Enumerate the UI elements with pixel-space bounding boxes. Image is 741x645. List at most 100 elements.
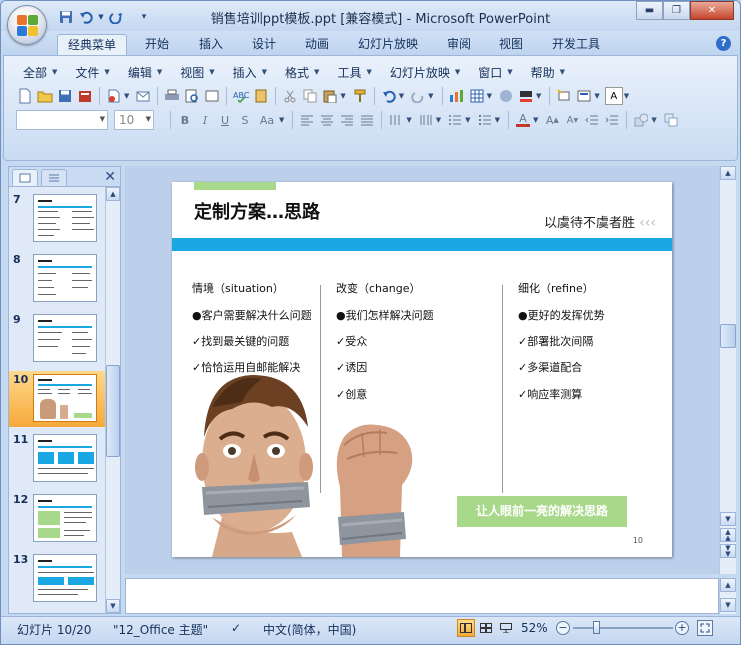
dropdown-arrow-icon[interactable]: ▼ — [97, 9, 105, 25]
close-icon[interactable]: ✕ — [104, 169, 116, 185]
notes-scrollbar[interactable]: ▲ ▼ — [719, 578, 736, 614]
shadow-icon[interactable]: S — [236, 111, 254, 129]
chevron-down-icon[interactable]: ▼ — [651, 116, 656, 124]
zoom-level[interactable]: 52% — [521, 621, 548, 635]
outline-tab-icon[interactable] — [41, 169, 67, 186]
arrange-icon[interactable] — [662, 111, 680, 129]
underline-icon[interactable]: U — [216, 111, 234, 129]
language-indicator[interactable]: 中文(简体，中国) — [263, 621, 356, 638]
scroll-up-icon[interactable]: ▲ — [720, 578, 736, 592]
bold-icon[interactable]: B — [176, 111, 194, 129]
thumbnail-row[interactable]: 13 — [9, 551, 107, 607]
thumbnail-row[interactable]: 12 — [9, 491, 107, 547]
zoom-slider-thumb[interactable] — [593, 621, 600, 634]
save-icon[interactable] — [56, 87, 74, 105]
thumbnail-row[interactable]: 9 — [9, 311, 107, 367]
slide-sorter-icon[interactable] — [477, 619, 495, 637]
tab-animation[interactable]: 动画 — [295, 34, 339, 55]
font-name-combo[interactable]: ▼ — [16, 110, 108, 130]
align-right-icon[interactable] — [338, 111, 356, 129]
thumbnail-row[interactable]: 8 — [9, 251, 107, 307]
slide-thumbnail[interactable] — [33, 194, 97, 242]
spell-check-icon[interactable]: ✓ — [231, 621, 241, 635]
menu-edit[interactable]: 编辑 ▼ — [119, 63, 171, 81]
cut-icon[interactable] — [281, 87, 299, 105]
chevron-down-icon[interactable]: ▼ — [279, 116, 284, 124]
numbering-icon[interactable] — [446, 111, 464, 129]
chevron-down-icon[interactable]: ▼ — [536, 92, 541, 100]
scroll-down-icon[interactable]: ▼ — [720, 598, 736, 612]
chevron-down-icon[interactable]: ▼ — [594, 92, 599, 100]
scroll-up-icon[interactable]: ▲ — [720, 166, 736, 180]
column-title-refine[interactable]: 细化（refine） — [518, 280, 594, 296]
columns-icon[interactable] — [417, 111, 435, 129]
slide-thumbnail[interactable] — [33, 314, 97, 362]
print-icon[interactable] — [163, 87, 181, 105]
new-file-icon[interactable] — [16, 87, 34, 105]
zoom-slider-track[interactable] — [573, 627, 673, 629]
fit-to-window-icon[interactable] — [697, 620, 713, 636]
chevron-down-icon[interactable]: ▼ — [428, 92, 433, 100]
maximize-icon[interactable]: ❐ — [663, 1, 690, 20]
format-painter-icon[interactable] — [351, 87, 369, 105]
slide-canvas[interactable]: 定制方案…思路 以虞待不虞者胜 ‹‹‹ 情境（situation） ●客户需要解… — [172, 182, 672, 557]
slides-tab-icon[interactable] — [12, 169, 38, 186]
print-preview-icon[interactable] — [183, 87, 201, 105]
thumbnail-scrollbar[interactable]: ▲ ▼ — [105, 187, 120, 613]
justify-icon[interactable] — [358, 111, 376, 129]
grow-font-icon[interactable]: A ▲ — [543, 111, 561, 129]
change-case-icon[interactable]: Aa — [256, 111, 278, 129]
undo-icon[interactable] — [380, 87, 398, 105]
increase-indent-icon[interactable] — [603, 111, 621, 129]
tab-view[interactable]: 视图 — [489, 34, 533, 55]
slideshow-view-icon[interactable] — [497, 619, 515, 637]
tab-insert[interactable]: 插入 — [189, 34, 233, 55]
undo-icon[interactable] — [77, 9, 95, 25]
open-folder-icon[interactable] — [36, 87, 54, 105]
office-button[interactable] — [7, 5, 47, 45]
redo-icon[interactable] — [107, 9, 125, 25]
chevron-down-icon[interactable]: ▼ — [624, 92, 629, 100]
menu-format[interactable]: 格式 ▼ — [276, 63, 328, 81]
cta-box[interactable]: 让人眼前一亮的解决思路 — [457, 496, 627, 527]
layout-icon[interactable] — [575, 87, 593, 105]
scroll-down-icon[interactable]: ▼ — [106, 599, 120, 613]
menu-all[interactable]: 全部 ▼ — [14, 63, 66, 81]
menu-insert[interactable]: 插入 ▼ — [224, 63, 276, 81]
zoom-out-icon[interactable]: − — [556, 621, 570, 635]
slide-scrollbar[interactable]: ▲ ▼ ▲ ▲ ▼ ▼ — [719, 166, 736, 574]
chevron-down-icon[interactable]: ▼ — [465, 116, 470, 124]
slide-editor[interactable]: 定制方案…思路 以虞待不虞者胜 ‹‹‹ 情境（situation） ●客户需要解… — [125, 166, 719, 574]
publish-icon[interactable] — [105, 87, 123, 105]
tab-review[interactable]: 审阅 — [437, 34, 481, 55]
menu-window[interactable]: 窗口 ▼ — [469, 63, 521, 81]
slide-subtitle[interactable]: 以虞待不虞者胜 ‹‹‹ — [544, 212, 656, 231]
chevron-down-icon[interactable]: ▼ — [124, 92, 129, 100]
email-icon[interactable] — [134, 87, 152, 105]
italic-icon[interactable]: I — [196, 111, 214, 129]
thumbnail-row[interactable]: 11 — [9, 431, 107, 487]
chevron-down-icon[interactable]: ▼ — [436, 116, 441, 124]
chevron-down-icon[interactable]: ▼ — [533, 116, 538, 124]
menu-tools[interactable]: 工具 ▼ — [328, 63, 380, 81]
copy-icon[interactable] — [301, 87, 319, 105]
slide-color-icon[interactable] — [517, 87, 535, 105]
permission-icon[interactable] — [76, 87, 94, 105]
help-icon[interactable]: ? — [716, 36, 731, 51]
shrink-font-icon[interactable]: A ▼ — [563, 111, 581, 129]
chevron-down-icon[interactable]: ▼ — [487, 92, 492, 100]
slide-thumbnail[interactable] — [33, 374, 97, 422]
chevron-down-icon[interactable]: ▼ — [340, 92, 345, 100]
scroll-down-icon[interactable]: ▼ — [720, 512, 736, 526]
slide-thumbnail[interactable] — [33, 434, 97, 482]
slide-thumbnail[interactable] — [33, 494, 97, 542]
scroll-up-icon[interactable]: ▲ — [106, 187, 120, 201]
save-icon[interactable] — [57, 9, 75, 25]
next-slide-icon[interactable]: ▼ ▼ — [720, 544, 736, 558]
chevron-down-icon[interactable]: ▼ — [495, 116, 500, 124]
font-color-icon[interactable]: A — [514, 111, 532, 129]
research-icon[interactable] — [252, 87, 270, 105]
decrease-indent-icon[interactable] — [583, 111, 601, 129]
chevron-down-icon[interactable]: ▼ — [399, 92, 404, 100]
slide-thumbnail[interactable] — [33, 554, 97, 602]
